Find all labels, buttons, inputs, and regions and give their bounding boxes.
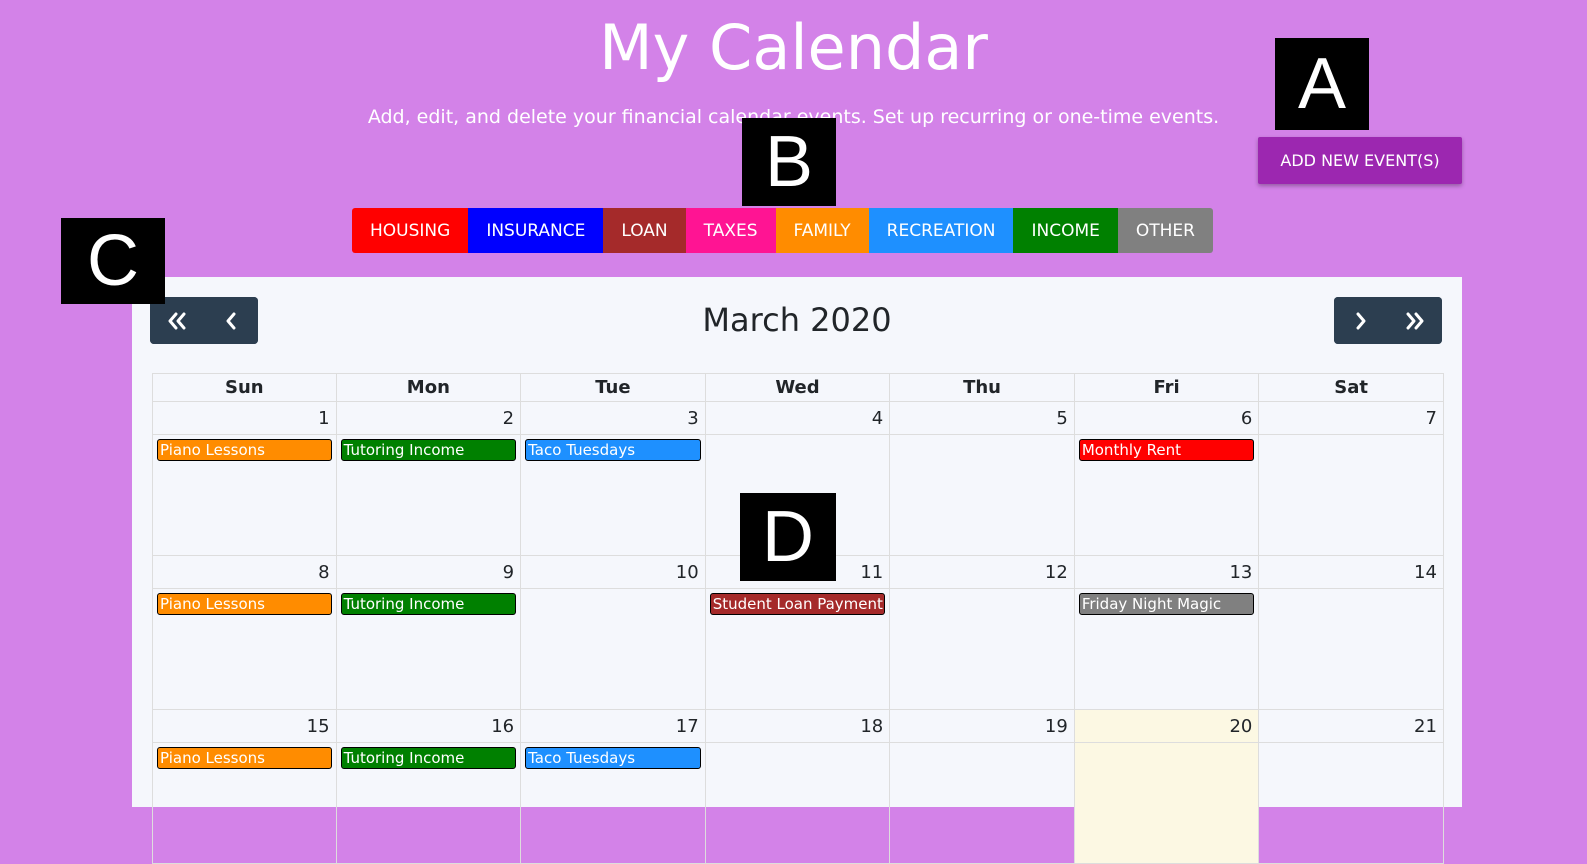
day-number: 18	[705, 710, 890, 743]
marker-b: B	[742, 118, 836, 206]
day-cell[interactable]: 13 Friday Night Magic	[1074, 556, 1260, 710]
day-number: 9	[336, 556, 521, 589]
day-number: 5	[890, 402, 1074, 435]
category-legend: HOUSING INSURANCE LOAN TAXES FAMILY RECREATIO…	[352, 208, 1213, 253]
add-new-events-button[interactable]: ADD NEW EVENT(S)	[1258, 137, 1462, 184]
day-cell[interactable]: 16 Tutoring Income	[336, 710, 522, 864]
marker-c: C	[61, 218, 165, 304]
marker-a: A	[1275, 38, 1369, 130]
calendar-event[interactable]: Tutoring Income	[340, 593, 517, 615]
day-cell[interactable]: 21	[1259, 710, 1444, 864]
day-number: 8	[153, 556, 336, 589]
day-cell[interactable]: 8 Piano Lessons	[152, 556, 337, 710]
day-cell[interactable]: 14	[1259, 556, 1444, 710]
weekday-header: Fri	[1074, 373, 1260, 402]
calendar-weeks: 1 Piano Lessons 2 Tutoring Income 3 Taco Tues…	[152, 402, 1444, 864]
category-loan-button[interactable]: LOAN	[603, 208, 686, 253]
calendar-event[interactable]: Tutoring Income	[340, 747, 517, 769]
day-number: 16	[336, 710, 521, 743]
day-number: 15	[153, 710, 336, 743]
calendar-event[interactable]: Piano Lessons	[157, 593, 332, 615]
calendar-event[interactable]: Piano Lessons	[157, 747, 332, 769]
category-family-button[interactable]: FAMILY	[775, 208, 869, 253]
day-cell[interactable]: 20	[1074, 710, 1260, 864]
calendar-event[interactable]: Taco Tuesdays	[525, 747, 701, 769]
day-number: 10	[521, 556, 705, 589]
day-number: 1	[153, 402, 336, 435]
day-cell[interactable]: 1 Piano Lessons	[152, 402, 337, 556]
calendar-event[interactable]: Student Loan Payment	[709, 593, 886, 615]
calendar-nav-next	[1334, 297, 1442, 344]
day-number: 6	[1074, 402, 1259, 435]
chevron-right-icon[interactable]	[1334, 297, 1388, 344]
month-title: March 2020	[702, 301, 892, 339]
day-cell[interactable]: 10	[521, 556, 706, 710]
calendar-event[interactable]: Piano Lessons	[157, 439, 332, 461]
double-chevron-right-icon[interactable]	[1388, 297, 1442, 344]
day-number: 17	[521, 710, 705, 743]
day-cell[interactable]: 7	[1259, 402, 1444, 556]
weekday-header: Thu	[890, 373, 1075, 402]
calendar-event[interactable]: Friday Night Magic	[1078, 593, 1255, 615]
day-cell[interactable]: 5	[890, 402, 1075, 556]
category-income-button[interactable]: INCOME	[1013, 208, 1118, 253]
day-cell[interactable]: 18	[705, 710, 891, 864]
category-recreation-button[interactable]: RECREATION	[868, 208, 1014, 253]
weekday-header: Tue	[521, 373, 706, 402]
day-cell[interactable]: 3 Taco Tuesdays	[521, 402, 706, 556]
day-number: 21	[1259, 710, 1443, 743]
day-cell[interactable]: 15 Piano Lessons	[152, 710, 337, 864]
marker-d: D	[740, 493, 836, 581]
day-number: 4	[705, 402, 890, 435]
day-cell[interactable]: 2 Tutoring Income	[336, 402, 522, 556]
day-number: 3	[521, 402, 705, 435]
category-taxes-button[interactable]: TAXES	[685, 208, 776, 253]
day-cell[interactable]: 6 Monthly Rent	[1074, 402, 1260, 556]
day-cell[interactable]: 9 Tutoring Income	[336, 556, 522, 710]
day-number: 13	[1074, 556, 1259, 589]
category-housing-button[interactable]: HOUSING	[352, 208, 469, 253]
day-number: 12	[890, 556, 1074, 589]
category-other-button[interactable]: OTHER	[1117, 208, 1213, 253]
day-number: 20	[1074, 710, 1259, 743]
day-cell[interactable]: 19	[890, 710, 1075, 864]
calendar-event[interactable]: Monthly Rent	[1078, 439, 1255, 461]
weekday-header: Mon	[336, 373, 522, 402]
day-number: 19	[890, 710, 1074, 743]
day-cell[interactable]: 17 Taco Tuesdays	[521, 710, 706, 864]
day-cell[interactable]: 12	[890, 556, 1075, 710]
weekday-header-row: Sun Mon Tue Wed Thu Fri Sat	[152, 373, 1444, 402]
category-insurance-button[interactable]: INSURANCE	[468, 208, 604, 253]
day-number: 2	[336, 402, 521, 435]
calendar-event[interactable]: Taco Tuesdays	[525, 439, 701, 461]
weekday-header: Sat	[1259, 373, 1444, 402]
day-number: 14	[1259, 556, 1443, 589]
week-row: 15 Piano Lessons 16 Tutoring Income 17 Taco T…	[152, 710, 1444, 864]
weekday-header: Wed	[705, 373, 891, 402]
calendar-event[interactable]: Tutoring Income	[340, 439, 517, 461]
weekday-header: Sun	[152, 373, 337, 402]
day-number: 7	[1259, 402, 1443, 435]
calendar-grid: Sun Mon Tue Wed Thu Fri Sat 1 Piano Lessons 2 Tut…	[152, 373, 1444, 864]
